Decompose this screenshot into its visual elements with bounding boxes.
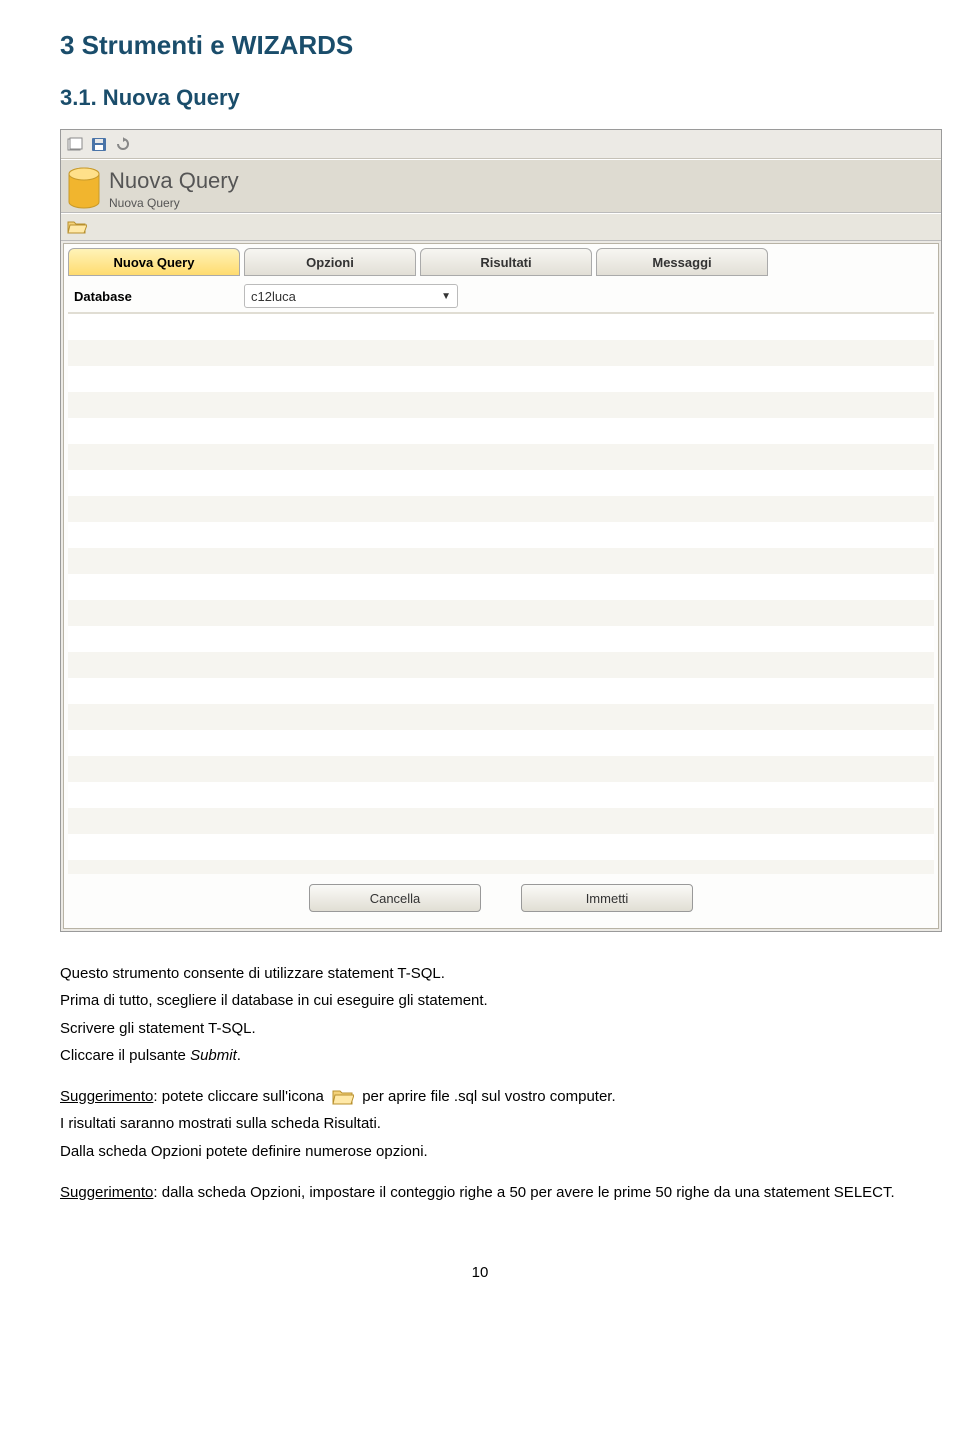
- paragraph: Prima di tutto, scegliere il database in…: [60, 989, 900, 1012]
- page-title: Nuova Query: [109, 168, 239, 194]
- hint-label: Suggerimento: [60, 1088, 153, 1105]
- chevron-down-icon: ▼: [441, 291, 451, 302]
- hint-paragraph: Suggerimento: dalla scheda Opzioni, impo…: [60, 1181, 900, 1204]
- submit-button[interactable]: Immetti: [521, 884, 693, 912]
- section-heading: 3 Strumenti e WIZARDS: [60, 30, 900, 61]
- open-folder-icon[interactable]: [67, 219, 87, 235]
- toolbar: [61, 130, 941, 159]
- database-row: Database c12luca ▼: [68, 280, 934, 313]
- tab-opzioni[interactable]: Opzioni: [244, 248, 416, 276]
- paragraph: I risultati saranno mostrati sulla sched…: [60, 1112, 900, 1135]
- database-icon: [65, 166, 103, 212]
- page-number: 10: [60, 1264, 900, 1281]
- screenshot-window: Nuova Query Nuova Query Nuova Query Opzi…: [60, 129, 942, 932]
- database-label: Database: [74, 289, 234, 304]
- toolbar-icon[interactable]: [67, 137, 83, 152]
- paragraph: Scrivere gli statement T-SQL.: [60, 1017, 900, 1040]
- body-text: Questo strumento consente di utilizzare …: [60, 962, 900, 1204]
- open-folder-icon: [332, 1088, 354, 1106]
- window-header: Nuova Query Nuova Query: [61, 159, 941, 213]
- paragraph: Questo strumento consente di utilizzare …: [60, 962, 900, 985]
- database-select[interactable]: c12luca ▼: [244, 284, 458, 308]
- tab-nuova-query[interactable]: Nuova Query: [68, 248, 240, 276]
- hint-paragraph: Suggerimento: potete cliccare sull'icona…: [60, 1085, 900, 1108]
- hint-label: Suggerimento: [60, 1184, 153, 1201]
- paragraph: Cliccare il pulsante Submit.: [60, 1044, 900, 1067]
- tab-risultati[interactable]: Risultati: [420, 248, 592, 276]
- save-icon[interactable]: [91, 137, 107, 152]
- tabs: Nuova Query Opzioni Risultati Messaggi: [68, 248, 934, 276]
- button-row: Cancella Immetti: [68, 884, 934, 912]
- content-panel: Nuova Query Opzioni Risultati Messaggi D…: [63, 243, 939, 929]
- refresh-icon[interactable]: [115, 137, 131, 152]
- paragraph: Dalla scheda Opzioni potete definire num…: [60, 1140, 900, 1163]
- tab-messaggi[interactable]: Messaggi: [596, 248, 768, 276]
- page-subtitle: Nuova Query: [109, 196, 239, 210]
- subsection-heading: 3.1. Nuova Query: [60, 85, 900, 111]
- cancel-button[interactable]: Cancella: [309, 884, 481, 912]
- query-editor[interactable]: [68, 313, 934, 874]
- secondary-toolbar: [61, 213, 941, 241]
- database-value: c12luca: [251, 289, 296, 304]
